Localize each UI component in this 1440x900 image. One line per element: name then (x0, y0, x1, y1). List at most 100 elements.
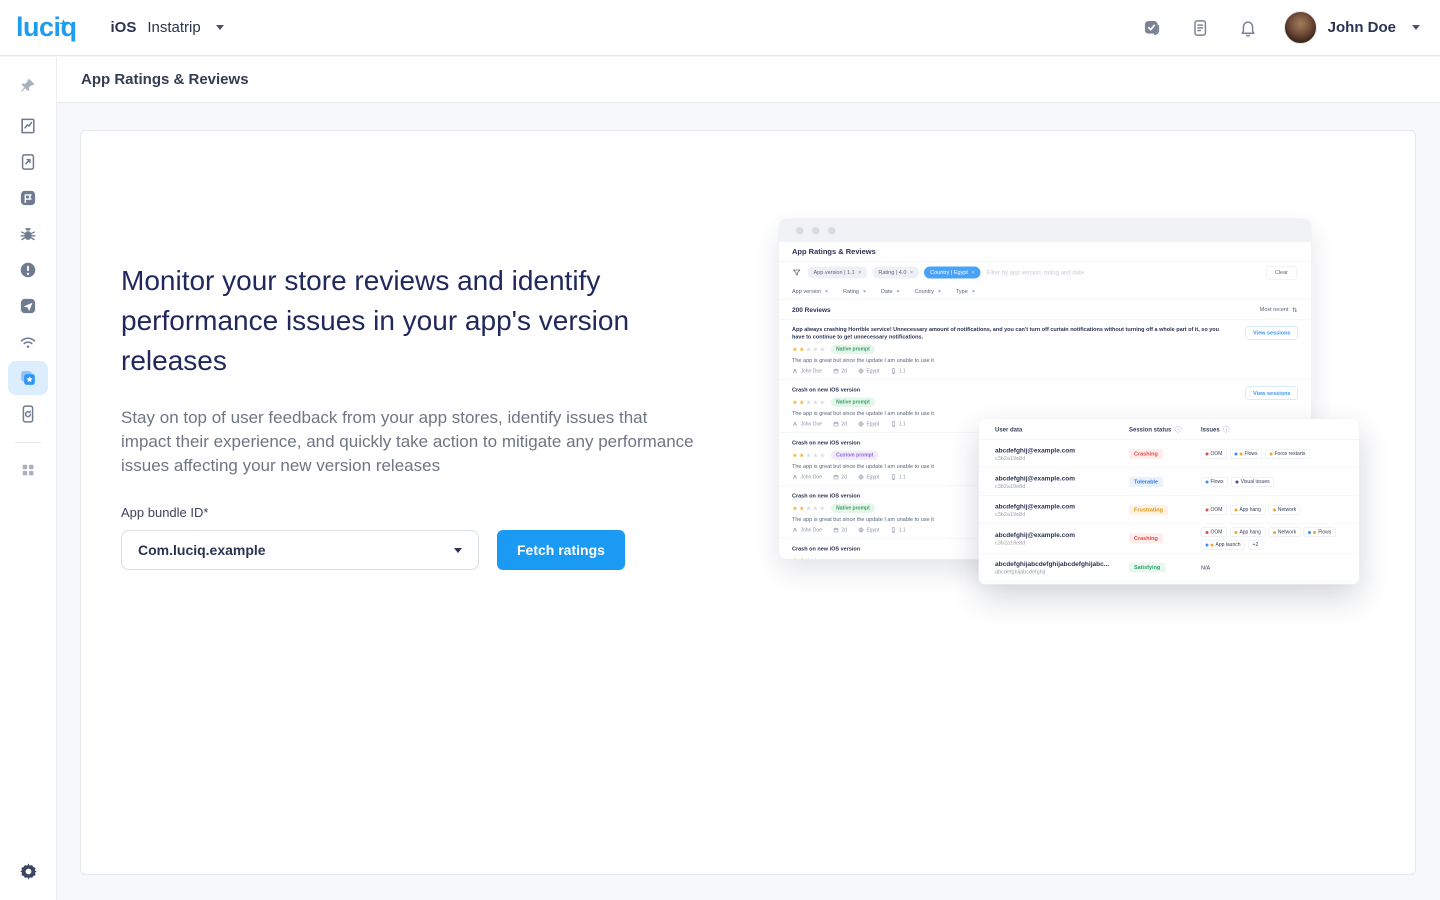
sidebar-item-app-ratings[interactable] (8, 361, 48, 395)
filter-chip-label: App version | 1.1 (814, 270, 855, 276)
issue-label: Visual issues (1241, 479, 1270, 485)
user-email: abcdefghij@example.com (995, 446, 1120, 454)
remove-chip-icon[interactable]: × (971, 270, 974, 276)
column-label: Issues (1201, 426, 1220, 433)
sidebar-item-performance[interactable] (8, 289, 48, 323)
review-rating: ★★★★★Native prompt (792, 345, 1298, 355)
sort-control[interactable]: Most recent (1260, 306, 1298, 313)
fetch-ratings-button[interactable]: Fetch ratings (497, 530, 625, 570)
meta-text: Egypt (866, 368, 879, 374)
filter-chip[interactable]: App version | 1.1× (808, 267, 868, 279)
issue-dot-red (1206, 508, 1209, 511)
profile-menu[interactable]: John Doe (1284, 11, 1420, 44)
meta-text: John Doe (801, 527, 822, 533)
meta-text: 1.1 (899, 421, 906, 427)
user-id: c3b2a19e8d (995, 540, 1129, 546)
session-status-badge: Frustrating (1129, 505, 1168, 515)
review-meta-date: 2d (833, 527, 847, 533)
person-icon (792, 368, 798, 374)
sidebar-item-analytics[interactable] (8, 109, 48, 143)
issues-na: N/A (1201, 565, 1210, 571)
mock-dropdown-type[interactable]: Type (956, 288, 975, 294)
user-data-cell: abcdefghij@example.comc3b2a19e8d (995, 502, 1129, 517)
phone-icon (890, 368, 896, 374)
star-icon: ★ (812, 452, 819, 460)
star-icon: ★ (806, 452, 813, 460)
issues-cell: OOMApp hangNetwork (1201, 505, 1343, 515)
sidebar-item-feature-flags[interactable] (8, 181, 48, 215)
mock-dropdown-country[interactable]: Country (915, 288, 941, 294)
review-meta-date: 2d (833, 474, 847, 480)
review-meta-user: John Doe (792, 474, 822, 480)
issue-label: App hang (1239, 507, 1260, 513)
subheadline: Stay on top of user feedback from your a… (121, 406, 699, 478)
sidebar-item-bug-reporting[interactable] (8, 217, 48, 251)
luciq-logo[interactable]: luciq (16, 12, 77, 43)
issue-label: App launch (1216, 542, 1241, 548)
sort-arrows-icon (1292, 306, 1299, 313)
sidebar-item-pinned[interactable] (8, 69, 48, 103)
form-row: Com.luciq.example Fetch ratings (121, 530, 731, 570)
session-status-cell: Tolerable (1129, 477, 1201, 487)
phone-icon (890, 421, 896, 427)
app-bundle-id-select[interactable]: Com.luciq.example (121, 530, 479, 570)
app-switcher[interactable]: iOS Instatrip (111, 19, 224, 36)
sidebar-item-surveys[interactable] (8, 145, 48, 179)
remove-chip-icon[interactable]: × (858, 270, 861, 276)
filter-input-placeholder[interactable]: Filter by app version, rating and date (987, 269, 1260, 276)
column-label: Session status (1129, 426, 1171, 433)
meta-text: 1.1 (899, 474, 906, 480)
meta-text: 2d (841, 421, 847, 427)
review-rating: ★★★★★Native prompt (792, 398, 1298, 408)
filter-chip[interactable]: Country | Egypt× (924, 267, 981, 279)
sidebar-items (8, 69, 48, 489)
sidebar-item-network[interactable] (8, 325, 48, 359)
mock-filter-bar: App version | 1.1×Rating | 4.0×Country |… (779, 262, 1311, 283)
issue-dot-orange (1234, 508, 1237, 511)
view-sessions-button[interactable]: View sessions (1245, 326, 1298, 340)
tasks-icon[interactable] (1134, 10, 1170, 46)
mock-dropdown-app-version[interactable]: App version (792, 288, 828, 294)
review-meta-date: 2d (833, 421, 847, 427)
star-icon: ★ (819, 505, 826, 513)
table-header-row: User dataSession statusiIssuesi (979, 419, 1359, 440)
issue-chip: Network (1268, 505, 1300, 515)
issue-dot-red (1206, 531, 1209, 534)
clear-filters-button[interactable]: Clear (1266, 266, 1297, 280)
window-dot-icon (812, 227, 820, 235)
table-row: abcdefghij@example.comc3b2a19e8dTolerabl… (979, 468, 1359, 496)
issue-label: OOM (1211, 451, 1223, 457)
meta-text: John Doe (801, 474, 822, 480)
star-icon: ★ (812, 399, 819, 407)
issue-chip: OOM (1201, 528, 1227, 538)
changelog-icon[interactable] (1182, 10, 1218, 46)
sidebar-divider (15, 442, 41, 443)
mock-reviews-header: 200 Reviews Most recent (779, 300, 1311, 319)
session-status-cell: Crashing (1129, 534, 1201, 544)
user-email: abcdefghij@example.com (995, 474, 1120, 482)
view-sessions-button[interactable]: View sessions (1245, 387, 1298, 401)
mock-dropdown-date[interactable]: Date (881, 288, 900, 294)
issue-label: Flows (1318, 530, 1331, 536)
sidebar-item-more-apps[interactable] (8, 453, 48, 487)
remove-chip-icon[interactable]: × (910, 270, 913, 276)
notifications-icon[interactable] (1230, 10, 1266, 46)
issue-dot-orange (1273, 531, 1276, 534)
issue-chip: +2 (1248, 540, 1263, 550)
issue-dot-orange (1239, 452, 1242, 455)
globe-icon (858, 421, 864, 427)
sidebar-item-session-replay[interactable] (8, 397, 48, 431)
star-icon: ★ (792, 346, 799, 354)
dropdown-label: Country (915, 288, 934, 294)
meta-text: 1.1 (899, 368, 906, 374)
sidebar-item-settings[interactable] (8, 854, 48, 888)
filter-chip[interactable]: Rating | 4.0× (872, 267, 919, 279)
sidebar-item-crash-reporting[interactable] (8, 253, 48, 287)
session-status-badge: Crashing (1129, 534, 1163, 544)
user-id: c3b2a19e8d (995, 511, 1129, 517)
issue-dot-orange (1270, 452, 1273, 455)
mock-dropdown-rating[interactable]: Rating (843, 288, 866, 294)
review-meta-version: 1.1 (890, 527, 905, 533)
user-id: c3b2a19e8d (995, 483, 1129, 489)
user-data-cell: abcdefghij@example.comc3b2a19e8d (995, 531, 1129, 546)
